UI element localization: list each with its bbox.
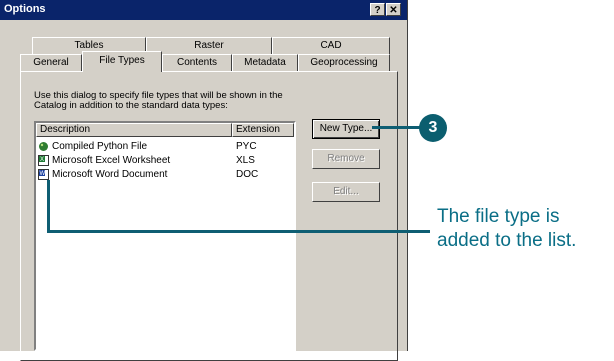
tab-file-types[interactable]: File Types: [82, 51, 162, 72]
new-type-button[interactable]: New Type...: [312, 119, 380, 139]
step-badge: 3: [419, 114, 447, 142]
list-item-description: Compiled Python File: [52, 141, 148, 152]
callout-line-list-vertical: [47, 180, 50, 232]
tab-raster[interactable]: Raster: [146, 37, 272, 55]
list-item-extension: XLS: [236, 155, 255, 166]
callout-line-new-type: [372, 126, 420, 129]
new-type-label: New Type...: [319, 123, 373, 134]
tab-general[interactable]: General: [20, 54, 82, 72]
excel-file-icon: X: [38, 155, 49, 166]
list-header: Description Extension: [36, 123, 294, 137]
description-column-header[interactable]: Description: [36, 123, 232, 137]
instructions-text: Use this dialog to specify file types th…: [34, 90, 283, 111]
dialog-title: Options: [4, 3, 46, 15]
tab-contents[interactable]: Contents: [162, 54, 232, 72]
remove-button[interactable]: Remove: [312, 149, 380, 169]
svg-text:W: W: [40, 171, 46, 177]
edit-label: Edit...: [333, 186, 359, 197]
callout-caption: The file type is added to the list.: [437, 206, 577, 251]
list-item-extension: PYC: [236, 141, 257, 152]
title-bar[interactable]: Options ? ✕: [0, 0, 407, 20]
tab-cad[interactable]: CAD: [272, 37, 390, 55]
list-item[interactable]: W Microsoft Word Document DOC: [38, 168, 292, 181]
extension-column-header[interactable]: Extension: [232, 123, 294, 137]
python-file-icon: [38, 141, 49, 152]
options-dialog: Options ? ✕ Tables Raster CAD General Fi…: [0, 0, 408, 361]
edit-button[interactable]: Edit...: [312, 182, 380, 202]
list-item[interactable]: X Microsoft Excel Worksheet XLS: [38, 154, 292, 167]
callout-line-list-horizontal: [47, 230, 430, 233]
close-button[interactable]: ✕: [386, 3, 401, 16]
tab-geoprocessing[interactable]: Geoprocessing: [298, 54, 390, 72]
list-item[interactable]: Compiled Python File PYC: [38, 140, 292, 153]
word-file-icon: W: [38, 169, 49, 180]
remove-label: Remove: [327, 153, 365, 164]
list-item-description: Microsoft Excel Worksheet: [52, 155, 171, 166]
list-item-description: Microsoft Word Document: [52, 169, 168, 180]
tab-metadata[interactable]: Metadata: [232, 54, 298, 72]
list-item-extension: DOC: [236, 169, 259, 180]
help-button[interactable]: ?: [370, 3, 385, 16]
file-types-list[interactable]: Description Extension Compiled Python Fi…: [34, 121, 296, 351]
svg-text:X: X: [40, 157, 44, 163]
